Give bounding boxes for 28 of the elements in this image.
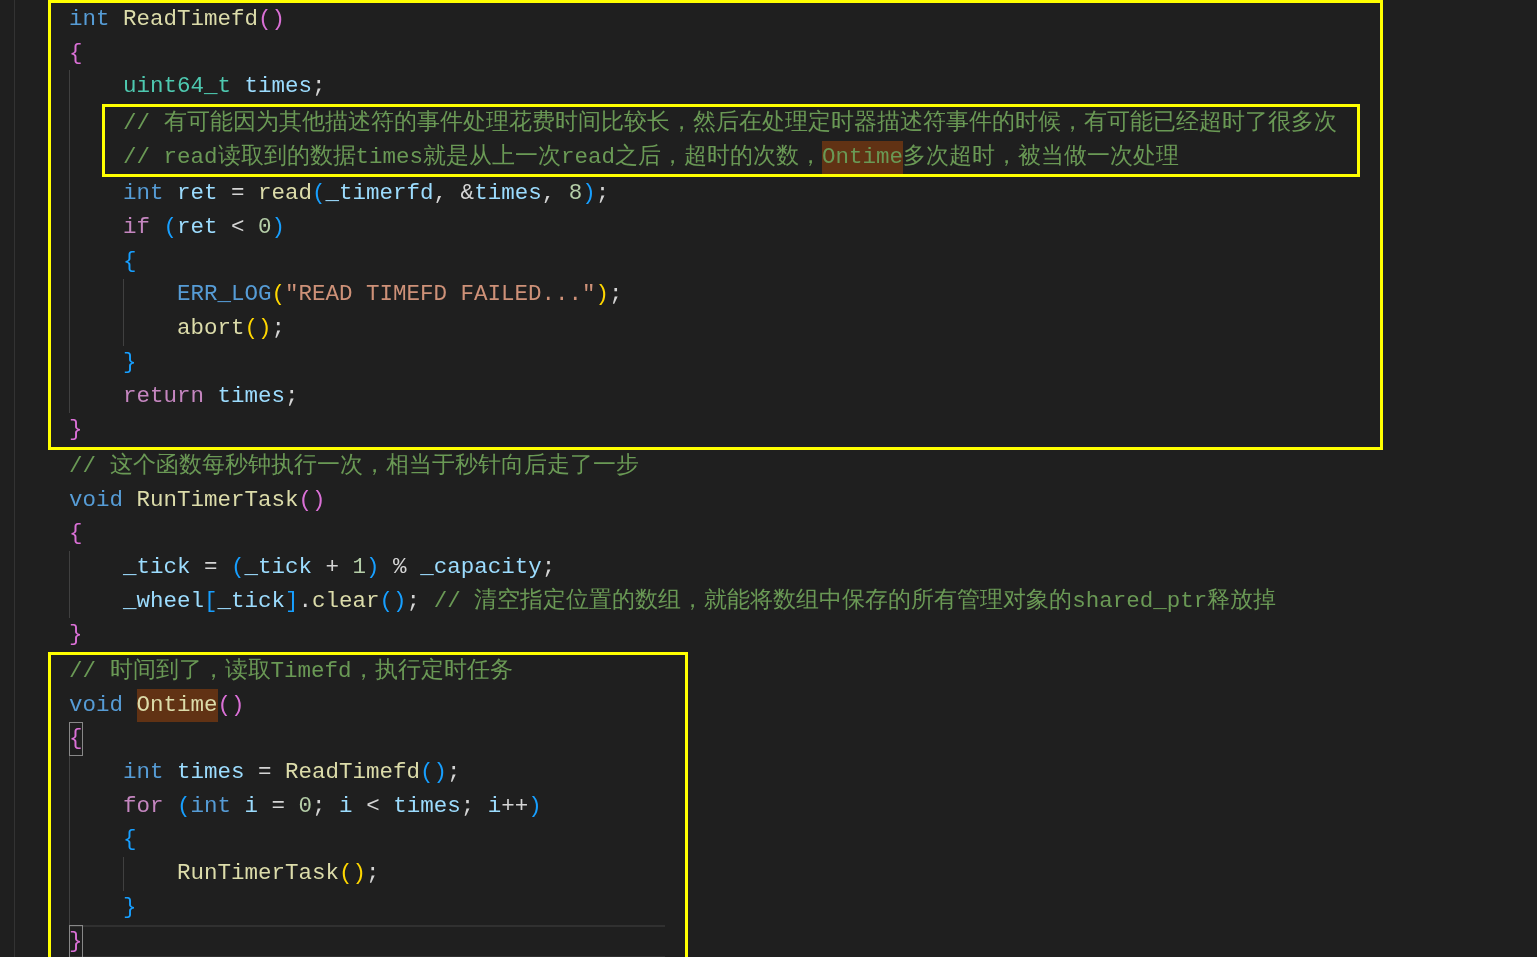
code-line: }: [69, 924, 665, 957]
code-line: return times;: [123, 381, 300, 411]
code-line: // 时间到了，读取Timefd，执行定时任务: [69, 657, 514, 687]
code-line: }: [123, 347, 138, 377]
code-line: {: [123, 825, 138, 855]
code-line: {: [69, 722, 665, 757]
code-line: {: [123, 246, 138, 276]
code-line: {: [69, 38, 84, 68]
code-line: }: [69, 620, 84, 650]
code-line: // 这个函数每秒钟执行一次，相当于秒针向后走了一步: [69, 451, 640, 481]
code-line: ERR_LOG("READ TIMEFD FAILED...");: [177, 280, 624, 310]
code-line: int ret = read(_timerfd, &times, 8);: [123, 179, 611, 209]
code-line: if (ret < 0): [123, 213, 287, 243]
code-line: uint64_t times;: [123, 72, 327, 102]
code-line: int times = ReadTimefd();: [123, 758, 462, 788]
code-line: _wheel[_tick].clear(); // 清空指定位置的数组，就能将数组中保存的所有管理对象的shared_ptr释放掉: [123, 586, 1278, 616]
code-line: {: [69, 519, 84, 549]
code-line: RunTimerTask();: [177, 859, 381, 889]
code-line: }: [69, 415, 84, 445]
code-line: abort();: [177, 314, 287, 344]
code-line: _tick = (_tick + 1) % _capacity;: [123, 552, 557, 582]
code-line: int ReadTimefd(): [69, 4, 287, 34]
code-line: }: [123, 892, 138, 922]
code-line: void Ontime(): [69, 688, 665, 723]
code-line: // read读取到的数据times就是从上一次read之后，超时的次数，Ontime多次超时，被当做一次处理: [123, 140, 1337, 175]
code-line: for (int i = 0; i < times; i++): [123, 791, 543, 821]
code-line: void RunTimerTask(): [69, 485, 327, 515]
code-line: // 有可能因为其他描述符的事件处理花费时间比较长，然后在处理定时器描述符事件的时候，有可能已经超时了很多次: [123, 109, 1337, 139]
